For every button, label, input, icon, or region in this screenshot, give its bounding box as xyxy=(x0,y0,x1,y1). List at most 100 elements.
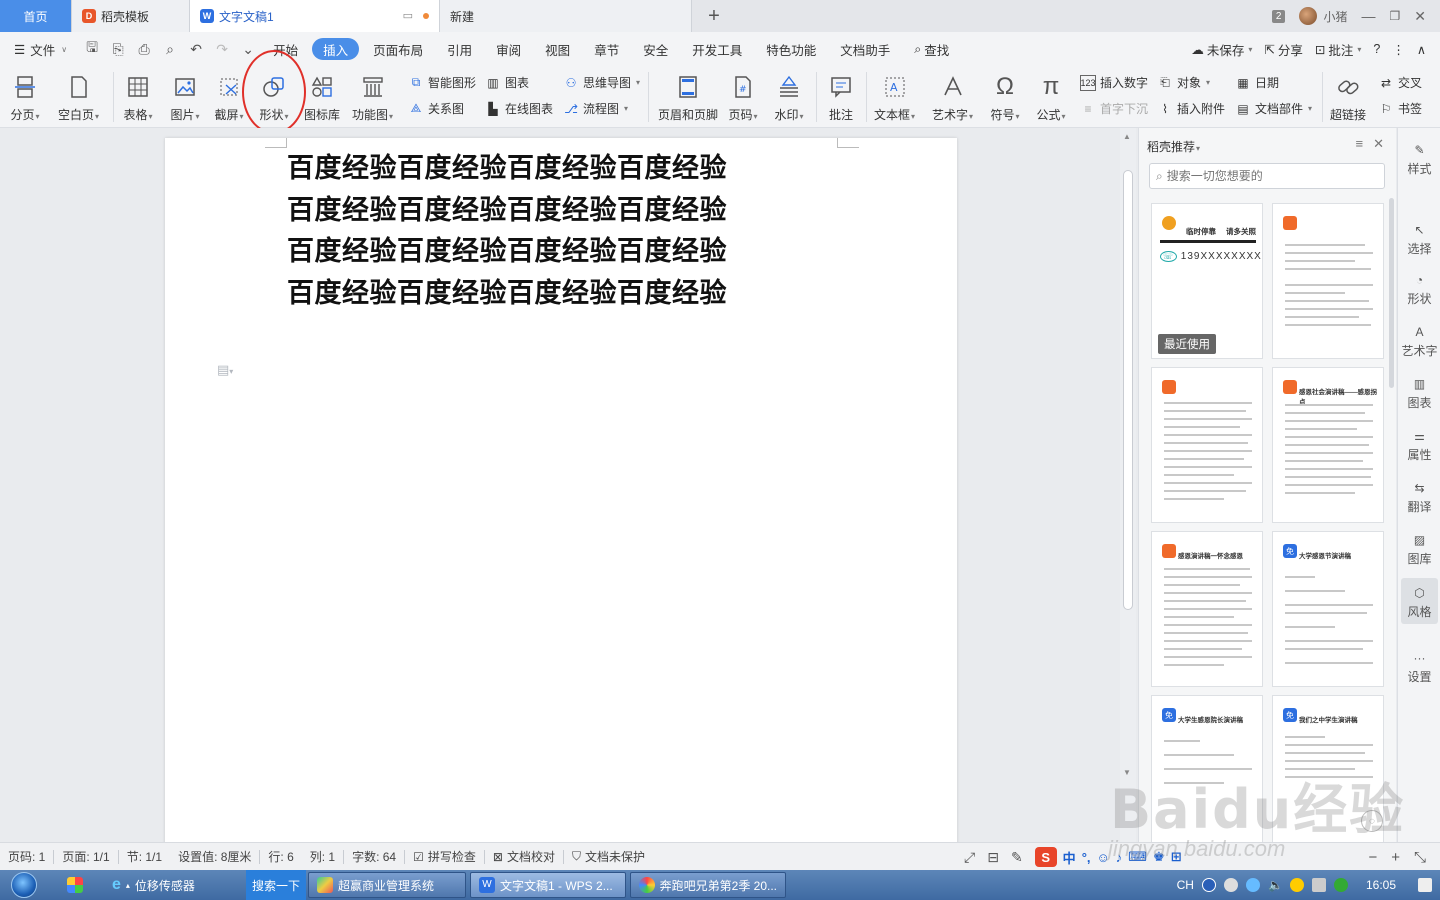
sidebar-item-select[interactable]: ↖ 选择 xyxy=(1398,220,1440,257)
sidebar-item-word-art[interactable]: A 艺术字 xyxy=(1398,322,1440,359)
date-button[interactable]: ▦ 日期 xyxy=(1235,74,1279,91)
window-count-badge[interactable]: 2 xyxy=(1271,9,1286,23)
flowchart-button[interactable]: ⎇ 流程图 ▾ xyxy=(563,100,628,117)
protect-status[interactable]: ⛉ 文档未保护 xyxy=(564,848,653,865)
shape-button[interactable]: 形状▾ xyxy=(259,72,289,123)
format-painter-icon[interactable]: ⎘ xyxy=(105,32,131,66)
status-page-code[interactable]: 页码: 1 xyxy=(0,848,53,865)
keyboard-tray-icon[interactable] xyxy=(1223,878,1238,892)
help-tray-icon[interactable] xyxy=(1201,878,1216,892)
menu-review[interactable]: 审阅 xyxy=(484,32,533,66)
sidebar-item-chart[interactable]: ▥ 图表 xyxy=(1398,374,1440,411)
panel-title[interactable]: 稻壳推荐▾ xyxy=(1147,138,1200,155)
file-menu[interactable]: ☰ 文件 ∨ xyxy=(0,32,79,66)
template-card[interactable]: 感恩演讲稿一怀念感恩 xyxy=(1151,531,1263,687)
scrollbar-thumb[interactable] xyxy=(1123,170,1133,610)
menu-doc-assistant[interactable]: 文档助手 xyxy=(828,32,902,66)
document-page[interactable]: 百度经验百度经验百度经验百度经验 百度经验百度经验百度经验百度经验 百度经验百度… xyxy=(165,138,957,848)
menu-chapter[interactable]: 章节 xyxy=(582,32,631,66)
unsaved-button[interactable]: ☁ 未保存 ▾ xyxy=(1191,40,1252,59)
print-preview-icon[interactable]: ⌕ xyxy=(157,32,183,66)
panel-close-icon[interactable]: ✕ xyxy=(1373,136,1384,152)
scroll-up-icon[interactable]: ▲ xyxy=(1123,132,1131,141)
quick-launch[interactable] xyxy=(50,872,100,898)
proofread-button[interactable]: ⊠ 文档校对 xyxy=(485,848,563,865)
clock[interactable]: 16:05 xyxy=(1366,878,1396,892)
user-account[interactable]: 小猪 xyxy=(1299,7,1348,25)
word-art-button[interactable]: 艺术字▾ xyxy=(932,72,973,123)
menu-security[interactable]: 安全 xyxy=(631,32,680,66)
sidebar-item-properties[interactable]: ⚌ 属性 xyxy=(1398,426,1440,463)
page-break-button[interactable]: 分页▾ xyxy=(10,72,40,123)
sidebar-item-shape[interactable]: ◔ 形状 xyxy=(1398,270,1440,307)
display-tray-icon[interactable] xyxy=(1311,878,1326,892)
mind-map-button[interactable]: ⚇ 思维导图 ▾ xyxy=(563,74,640,91)
new-tab-plus-icon[interactable]: + xyxy=(692,0,736,32)
document-scrollbar[interactable]: ▲ ▼ xyxy=(1120,128,1136,842)
collapse-ribbon-icon[interactable]: ∧ xyxy=(1417,42,1426,57)
status-pages[interactable]: 页面: 1/1 xyxy=(54,848,117,865)
blank-page-button[interactable]: 空白页▾ xyxy=(58,72,99,123)
sidebar-item-settings[interactable]: ··· 设置 xyxy=(1398,648,1440,685)
online-chart-button[interactable]: ▙ 在线图表 xyxy=(485,100,553,117)
document-text-line[interactable]: 百度经验百度经验百度经验百度经验 xyxy=(287,146,727,185)
ime-toolbar[interactable]: S 中 °, ☺ ♪ ⌨ ♚ ⊞ xyxy=(1034,847,1182,867)
tab-document[interactable]: W 文字文稿1 ▭ xyxy=(190,0,440,32)
status-section[interactable]: 节: 1/1 xyxy=(119,848,170,865)
menu-special[interactable]: 特色功能 xyxy=(754,32,828,66)
cross-reference-button[interactable]: ⇄ 交叉 xyxy=(1378,74,1422,91)
panel-search-box[interactable]: ⌕ xyxy=(1149,163,1385,189)
task-business-system[interactable]: 超赢商业管理系统 xyxy=(308,872,467,898)
template-card[interactable]: 免 大学感恩节演讲稿 xyxy=(1272,531,1384,687)
template-card[interactable] xyxy=(1272,203,1384,359)
help-icon[interactable]: ? xyxy=(1373,42,1380,56)
template-card-recent[interactable]: 临时停靠 请多关照 ☏ 139XXXXXXXX 最近使用 xyxy=(1151,203,1263,359)
fit-window-icon[interactable]: ⤡ xyxy=(1414,849,1426,866)
scroll-down-icon[interactable]: ▼ xyxy=(1123,768,1131,777)
comment-menu-button[interactable]: ⊡ 批注 ▾ xyxy=(1315,40,1362,59)
sidebar-item-style[interactable]: ✎ 样式 xyxy=(1398,140,1440,177)
print-icon[interactable]: ⎙ xyxy=(131,32,157,66)
redo-icon[interactable]: ↷ xyxy=(209,32,235,66)
screenshot-button[interactable]: 截屏▾ xyxy=(214,72,244,123)
close-icon[interactable]: ✕ xyxy=(1414,8,1426,25)
status-word-count[interactable]: 字数: 64 xyxy=(344,848,404,865)
panel-options-icon[interactable]: ≡ xyxy=(1356,136,1364,152)
find-button[interactable]: ⌕ 查找 xyxy=(902,32,961,66)
task-ie-browser[interactable]: e ▴ 位移传感器 xyxy=(104,872,244,898)
edit-mode-icon[interactable]: ✎ xyxy=(1011,849,1023,866)
panel-search-input[interactable] xyxy=(1166,169,1367,183)
language-indicator[interactable]: CH xyxy=(1177,878,1194,892)
doc-parts-button[interactable]: ▤ 文档部件 ▾ xyxy=(1235,100,1312,117)
fullscreen-icon[interactable]: ⤢ xyxy=(964,849,975,866)
page-number-button[interactable]: # 页码▾ xyxy=(728,72,758,123)
menu-view[interactable]: 视图 xyxy=(533,32,582,66)
function-chart-button[interactable]: 功能图▾ xyxy=(352,72,393,123)
object-button[interactable]: ⎗ 对象 ▾ xyxy=(1157,74,1210,91)
document-text-line[interactable]: 百度经验百度经验百度经验百度经验 xyxy=(287,229,727,268)
picture-button[interactable]: 图片▾ xyxy=(170,72,200,123)
share-button[interactable]: ⇱ 分享 xyxy=(1264,40,1303,59)
menu-page-layout[interactable]: 页面布局 xyxy=(361,32,435,66)
zoom-in-icon[interactable]: + xyxy=(1391,849,1400,866)
undo-icon[interactable]: ↶ xyxy=(183,32,209,66)
template-card[interactable]: 感恩社会演讲稿——感恩拐点 xyxy=(1272,367,1384,523)
panel-scrollbar[interactable] xyxy=(1389,198,1394,388)
menu-start[interactable]: 开始 xyxy=(261,32,310,66)
monitor-icon[interactable]: ▭ xyxy=(403,9,413,22)
icon-library-button[interactable]: 图标库 xyxy=(304,72,340,123)
task-video-player[interactable]: 奔跑吧兄弟第2季 20... xyxy=(630,872,787,898)
insert-number-button[interactable]: 123 插入数字 xyxy=(1080,74,1148,91)
sidebar-item-translate[interactable]: ⇆ 翻译 xyxy=(1398,478,1440,515)
hyperlink-button[interactable]: 超链接 xyxy=(1330,72,1366,123)
spell-check-button[interactable]: ☑ 拼写检查 xyxy=(405,848,484,865)
header-footer-button[interactable]: 页眉和页脚 xyxy=(658,72,718,123)
insert-comment-button[interactable]: 批注 xyxy=(826,72,856,123)
more-icon[interactable]: ⋮ xyxy=(1392,42,1405,57)
tab-daoke-templates[interactable]: D 稻壳模板 xyxy=(72,0,190,32)
document-text-line[interactable]: 百度经验百度经验百度经验百度经验 xyxy=(287,271,727,310)
smart-art-button[interactable]: ⧉ 智能图形 xyxy=(408,74,476,91)
document-text-line[interactable]: 百度经验百度经验百度经验百度经验 xyxy=(287,188,727,227)
textbox-button[interactable]: A 文本框▾ xyxy=(874,72,915,123)
sidebar-item-theme[interactable]: ⬡ 风格 xyxy=(1401,578,1438,624)
